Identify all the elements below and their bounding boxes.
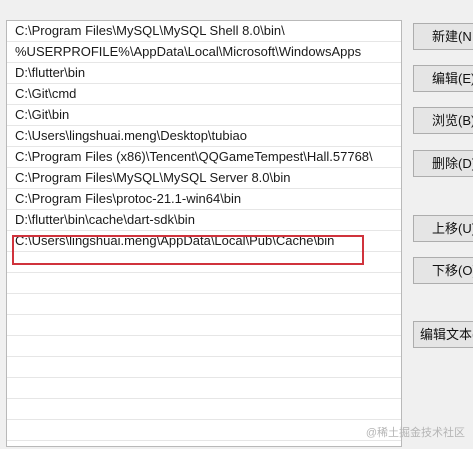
list-item[interactable]: D:\flutter\bin\cache\dart-sdk\bin xyxy=(7,210,401,231)
list-empty-row[interactable] xyxy=(7,315,401,336)
list-item-text: %USERPROFILE%\AppData\Local\Microsoft\Wi… xyxy=(15,44,362,59)
list-item-text: D:\flutter\bin xyxy=(15,65,86,80)
list-item-text: C:\Program Files\MySQL\MySQL Server 8.0\… xyxy=(15,170,291,185)
edit-environment-variable-window: C:\Program Files\MySQL\MySQL Shell 8.0\b… xyxy=(0,0,473,449)
watermark: @稀土掘金技术社区 xyxy=(365,427,465,439)
list-item[interactable]: %USERPROFILE%\AppData\Local\Microsoft\Wi… xyxy=(7,42,401,63)
edit-button[interactable]: 编辑(E) xyxy=(413,65,473,92)
delete-button[interactable]: 删除(D) xyxy=(413,150,473,177)
list-item[interactable]: C:\Program Files\protoc-21.1-win64\bin xyxy=(7,189,401,210)
list-item[interactable]: C:\Program Files\MySQL\MySQL Server 8.0\… xyxy=(7,168,401,189)
list-item[interactable]: C:\Git\cmd xyxy=(7,84,401,105)
list-empty-row[interactable] xyxy=(7,357,401,378)
list-item[interactable]: C:\Users\lingshuai.meng\Desktop\tubiao xyxy=(7,126,401,147)
list-empty-row[interactable] xyxy=(7,420,401,441)
list-empty-row[interactable] xyxy=(7,273,401,294)
path-list[interactable]: C:\Program Files\MySQL\MySQL Shell 8.0\b… xyxy=(6,20,402,447)
new-button[interactable]: 新建(N xyxy=(413,23,473,50)
edit-text-button[interactable]: 编辑文本(T) xyxy=(413,321,473,348)
list-empty-row[interactable] xyxy=(7,336,401,357)
list-item-text: C:\Git\cmd xyxy=(15,86,77,101)
list-item[interactable]: C:\Program Files (x86)\Tencent\QQGameTem… xyxy=(7,147,401,168)
list-item[interactable]: C:\Users\lingshuai.meng\AppData\Local\Pu… xyxy=(7,231,401,252)
list-item-text: C:\Git\bin xyxy=(15,107,70,122)
list-empty-row[interactable] xyxy=(7,378,401,399)
move-down-button[interactable]: 下移(O) xyxy=(413,257,473,284)
list-item-text: C:\Program Files\protoc-21.1-win64\bin xyxy=(15,191,242,206)
list-item-text: C:\Program Files (x86)\Tencent\QQGameTem… xyxy=(15,149,373,164)
list-empty-row[interactable] xyxy=(7,294,401,315)
list-item-text: C:\Users\lingshuai.meng\AppData\Local\Pu… xyxy=(15,233,335,248)
list-empty-row[interactable] xyxy=(7,399,401,420)
list-item-text: D:\flutter\bin\cache\dart-sdk\bin xyxy=(15,212,195,227)
list-item-text: C:\Program Files\MySQL\MySQL Shell 8.0\b… xyxy=(15,23,285,38)
list-item[interactable]: C:\Git\bin xyxy=(7,105,401,126)
list-item-text: C:\Users\lingshuai.meng\Desktop\tubiao xyxy=(15,128,247,143)
list-empty-row[interactable] xyxy=(7,252,401,273)
browse-button[interactable]: 浏览(B)... xyxy=(413,107,473,134)
move-up-button[interactable]: 上移(U) xyxy=(413,215,473,242)
list-item[interactable]: C:\Program Files\MySQL\MySQL Shell 8.0\b… xyxy=(7,21,401,42)
list-item[interactable]: D:\flutter\bin xyxy=(7,63,401,84)
